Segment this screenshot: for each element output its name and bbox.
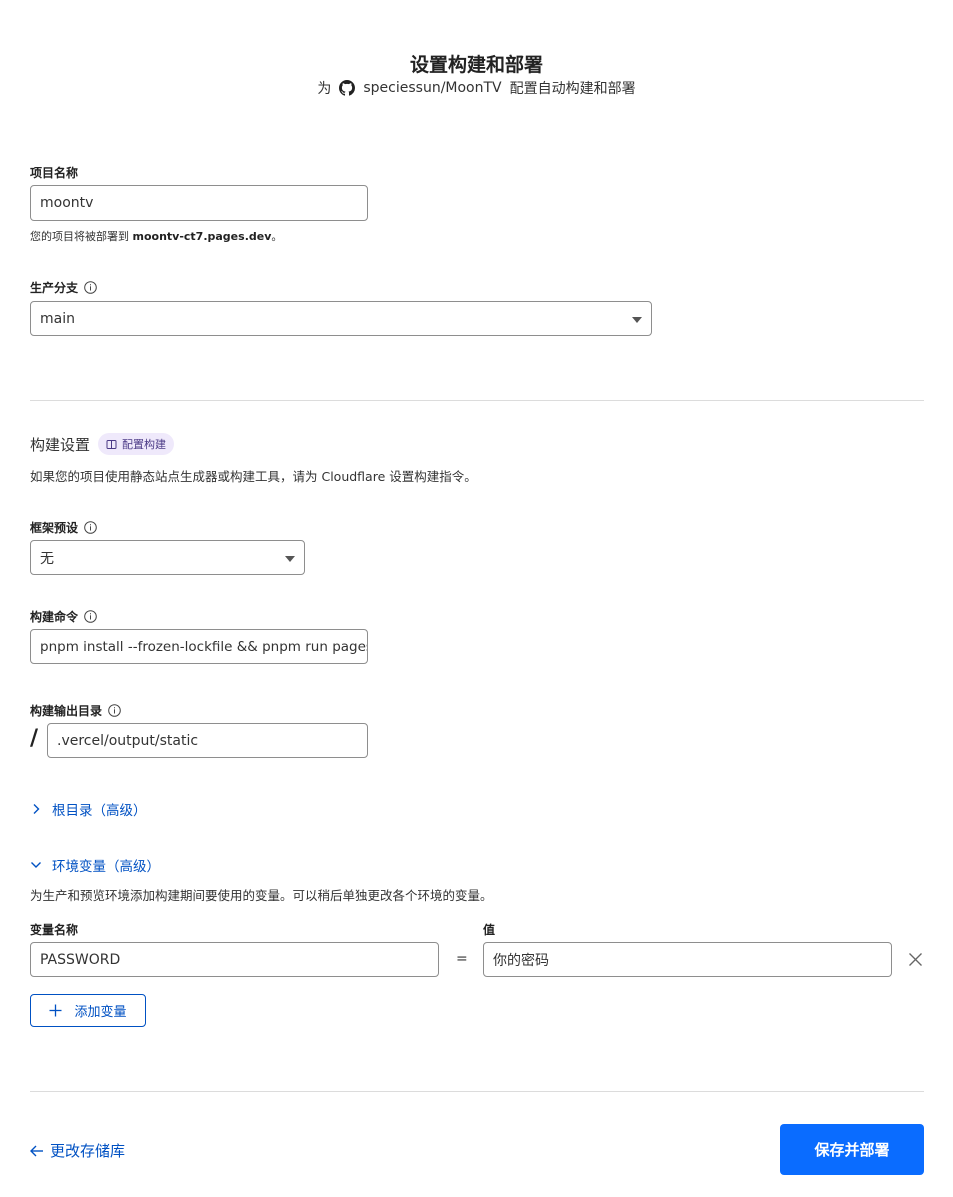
build-settings-description: 如果您的项目使用静态站点生成器或构建工具，请为 Cloudflare 设置构建指… <box>30 469 477 484</box>
chevron-down-icon <box>285 556 295 562</box>
env-name-input[interactable]: PASSWORD <box>30 942 439 977</box>
project-domain-hint: 您的项目将被部署到 moontv-ct7.pages.dev。 <box>30 230 283 243</box>
branch-label: 生产分支 <box>30 279 97 296</box>
env-vars-description: 为生产和预览环境添加构建期间要使用的变量。可以稍后单独更改各个环境的变量。 <box>30 888 493 903</box>
project-name-label: 项目名称 <box>30 166 79 180</box>
info-icon[interactable] <box>84 521 97 534</box>
close-icon[interactable] <box>908 952 923 967</box>
info-icon[interactable] <box>108 704 121 717</box>
root-dir-toggle[interactable]: 根目录（高级） <box>30 799 147 819</box>
repo-name: speciessun/MoonTV <box>363 80 502 96</box>
env-value-label: 值 <box>483 923 496 937</box>
output-dir-input[interactable]: .vercel/output/static <box>47 723 368 758</box>
project-domain: moontv-ct7.pages.dev <box>132 230 272 243</box>
setup-page: 设置构建和部署 为 speciessun/MoonTV 配置自动构建和部署 项目… <box>0 0 953 1197</box>
chevron-right-icon <box>33 804 40 814</box>
configure-build-badge[interactable]: 配置构建 <box>98 433 175 455</box>
chevron-down-icon <box>632 317 642 323</box>
plus-icon <box>49 1004 62 1017</box>
info-icon[interactable] <box>84 610 97 623</box>
page-title: 设置构建和部署 <box>409 54 543 76</box>
github-icon <box>339 80 356 96</box>
env-vars-toggle[interactable]: 环境变量（高级） <box>30 855 160 875</box>
chevron-down-icon <box>31 862 41 868</box>
build-command-input[interactable]: pnpm install --frozen-lockfile && pnpm r… <box>30 629 368 664</box>
framework-label: 框架预设 <box>30 519 97 536</box>
info-icon[interactable] <box>84 281 97 294</box>
env-value-input[interactable]: 你的密码 <box>483 942 892 977</box>
page-subtitle: 为 speciessun/MoonTV 配置自动构建和部署 <box>0 78 953 98</box>
output-dir-label: 构建输出目录 <box>30 702 121 719</box>
save-and-deploy-button[interactable]: 保存并部署 <box>780 1124 924 1175</box>
build-command-label: 构建命令 <box>30 608 97 625</box>
subtitle-prefix: 为 <box>317 81 332 97</box>
build-settings-heading: 构建设置 配置构建 <box>30 433 175 455</box>
change-repo-link[interactable]: 更改存储库 <box>30 1140 125 1161</box>
project-name-input[interactable]: moontv <box>30 185 368 221</box>
footer-divider <box>30 1091 924 1092</box>
add-variable-button[interactable]: 添加变量 <box>30 994 146 1027</box>
framework-select[interactable]: 无 <box>30 540 305 575</box>
output-dir-prefix: / <box>30 726 39 751</box>
equals-sign: = <box>456 951 468 967</box>
book-icon <box>106 439 117 449</box>
env-name-label: 变量名称 <box>30 923 79 937</box>
subtitle-suffix: 配置自动构建和部署 <box>509 81 636 97</box>
section-divider <box>30 400 924 401</box>
branch-select[interactable]: main <box>30 301 652 336</box>
arrow-left-icon <box>30 1145 43 1156</box>
